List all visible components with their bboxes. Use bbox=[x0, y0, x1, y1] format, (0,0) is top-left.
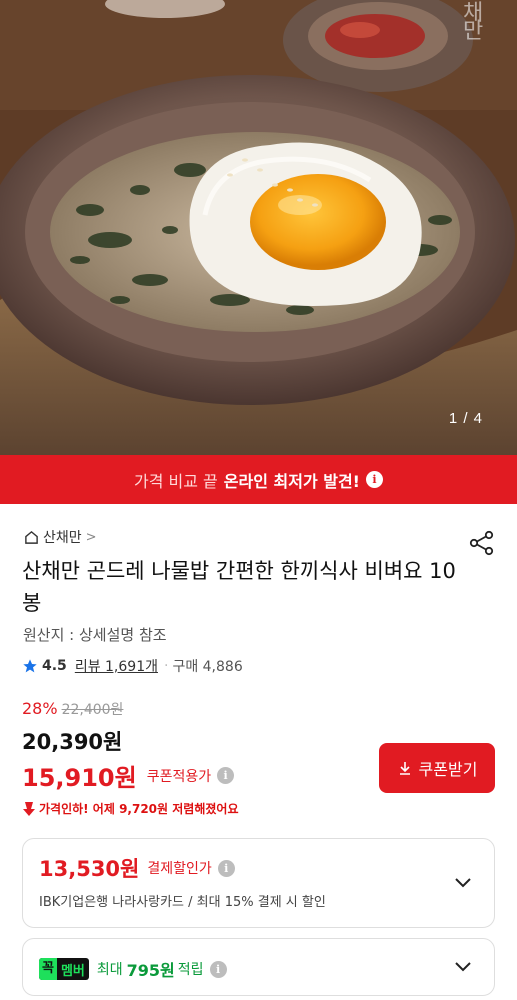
original-price: 22,400원 bbox=[61, 702, 124, 718]
banner-highlight: 온라인 최저가 발견! bbox=[223, 471, 360, 491]
member-reward-card[interactable]: 꼭 멤버 최대 795원 적립 i bbox=[22, 938, 495, 996]
chevron-down-icon[interactable] bbox=[454, 877, 472, 889]
member-earn-label: 적립 bbox=[177, 962, 204, 978]
discount-row: 28% 22,400원 bbox=[22, 699, 123, 719]
brand-link[interactable]: 산채만 > bbox=[24, 527, 97, 547]
review-link[interactable]: 리뷰 1,691개 bbox=[75, 656, 158, 676]
origin-info: 원산지 : 상세설명 참조 bbox=[23, 626, 167, 644]
price-down-arrow-icon bbox=[23, 801, 35, 816]
discount-rate: 28% bbox=[22, 699, 58, 718]
member-max-label: 최대 bbox=[96, 962, 123, 978]
member-reward-amount: 795원 bbox=[126, 961, 175, 980]
info-icon[interactable]: i bbox=[365, 471, 383, 488]
coupon-price-row: 15,910원 쿠폰적용가 i bbox=[22, 758, 235, 793]
payment-detail: IBK기업은행 나라사랑카드 / 최대 15% 결제 시 할인 bbox=[39, 895, 326, 910]
store-icon bbox=[25, 530, 38, 544]
payment-label: 결제할인가 bbox=[147, 861, 212, 877]
chevron-down-icon[interactable] bbox=[454, 961, 472, 973]
member-badge: 꼭 멤버 bbox=[39, 958, 89, 980]
rating-row: 4.5 리뷰 1,691개 · 구매 4,886 bbox=[22, 656, 243, 676]
info-icon[interactable]: i bbox=[217, 767, 235, 784]
product-photo: 채만 bbox=[0, 0, 517, 455]
member-badge-kkok: 꼭 bbox=[39, 958, 57, 980]
download-icon bbox=[399, 762, 410, 775]
info-icon[interactable]: i bbox=[209, 960, 227, 978]
banner-prefix: 가격 비교 끝 bbox=[134, 471, 218, 491]
price-drop-notice: 가격인하! 어제 9,720원 저렴해졌어요 bbox=[22, 800, 238, 817]
coupon-price-label: 쿠폰적용가 bbox=[146, 768, 212, 785]
lowest-price-banner[interactable]: 가격 비교 끝 온라인 최저가 발견! i bbox=[0, 455, 517, 504]
payment-price-row: 13,530원 결제할인가 i bbox=[39, 853, 235, 883]
info-icon[interactable]: i bbox=[217, 859, 235, 877]
member-badge-member: 멤버 bbox=[60, 963, 85, 979]
star-icon bbox=[23, 659, 37, 673]
watermark-text: 채만 bbox=[463, 1, 483, 44]
brand-name: 산채만 bbox=[43, 530, 82, 546]
share-icon[interactable] bbox=[469, 530, 495, 556]
rating-score: 4.5 bbox=[42, 658, 67, 674]
image-counter: 1 / 4 bbox=[448, 410, 483, 427]
purchase-count: 구매 4,886 bbox=[172, 659, 243, 675]
member-reward-row: 꼭 멤버 최대 795원 적립 i bbox=[39, 957, 227, 981]
price-drop-text: 가격인하! 어제 9,720원 저렴해졌어요 bbox=[39, 802, 239, 816]
payment-price: 13,530원 bbox=[39, 857, 140, 881]
get-coupon-button[interactable]: 쿠폰받기 bbox=[379, 743, 495, 793]
separator: · bbox=[163, 658, 169, 674]
get-coupon-label: 쿠폰받기 bbox=[418, 762, 478, 779]
coupon-price: 15,910원 bbox=[22, 764, 137, 792]
sale-price: 20,390원 bbox=[22, 730, 123, 754]
product-image-carousel[interactable]: 채만 1 / 4 bbox=[0, 0, 517, 455]
payment-discount-card[interactable]: 13,530원 결제할인가 i IBK기업은행 나라사랑카드 / 최대 15% … bbox=[22, 838, 495, 928]
product-title: 산채만 곤드레 나물밥 간편한 한끼식사 비벼요 10봉 bbox=[22, 559, 456, 615]
chevron-right-icon: > bbox=[85, 529, 97, 545]
